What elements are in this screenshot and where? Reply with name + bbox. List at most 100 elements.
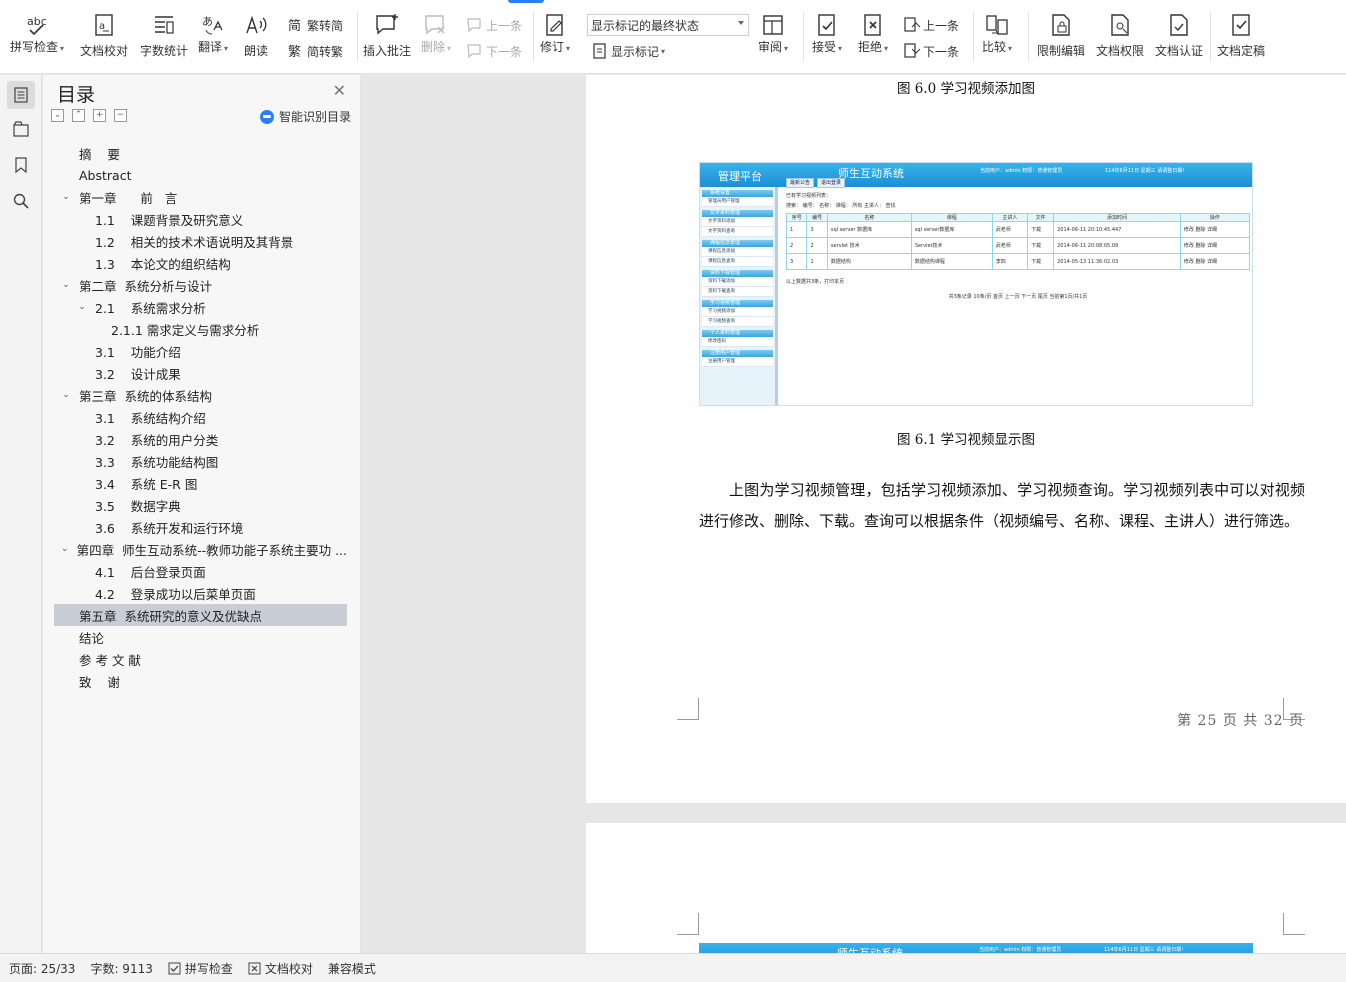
smart-toc-button[interactable]: 智能识别目录 xyxy=(259,108,351,125)
toc-item-label: 摘 要 xyxy=(79,146,120,162)
toc-item[interactable]: 结论 xyxy=(54,626,347,648)
document-page: 管理平台 师生互动系统 当前用户：admin 权限：普通管理员 114年6月11… xyxy=(586,823,1346,953)
toc-title: 目录 xyxy=(57,84,96,106)
simp-to-trad-button[interactable]: 繁 简转繁 xyxy=(287,41,343,61)
toc-item[interactable]: 1.3 本论文的组织结构 xyxy=(54,252,347,274)
figure-table-cell: 3 xyxy=(785,253,808,270)
toc-view-button[interactable] xyxy=(7,81,35,109)
status-spellcheck[interactable]: 拼写检查 xyxy=(168,960,233,977)
figure-table-cell: 1 xyxy=(806,253,828,270)
close-icon[interactable]: ✕ xyxy=(333,81,346,100)
figure-table-cell: 1 xyxy=(785,221,808,238)
toc-item[interactable]: ⌄ 第四章 师生互动系统--教师功能子系统主要功 ... xyxy=(54,538,347,560)
toc-item[interactable]: 3.3 系统功能结构图 xyxy=(54,450,347,472)
figure-menu-group: 注册用户管理 注册用户管理 xyxy=(702,350,773,367)
figure-table-cell: 修改 删除 详细 xyxy=(1179,221,1251,238)
reject-button[interactable]: 拒绝 ▾ xyxy=(858,12,888,55)
search-button[interactable] xyxy=(7,187,35,215)
ai-icon xyxy=(259,109,274,124)
trad-to-simp-button[interactable]: 简 繁转简 xyxy=(287,15,343,35)
figure-menu-item: 课程信息查询 xyxy=(702,257,773,267)
chevron-down-icon[interactable]: ⌄ xyxy=(76,302,88,312)
document-canvas[interactable]: 图 6.0 学习视频添加图 管理平台 师生互动系统 当前用户：admin 权限：… xyxy=(362,75,1346,953)
accept-button[interactable]: 接受 ▾ xyxy=(812,12,842,55)
page-indicator[interactable]: 页面: 25/33 xyxy=(9,960,75,977)
show-markup-button[interactable]: 显示标记 ▾ xyxy=(591,41,665,61)
separator xyxy=(533,12,534,62)
review-pane-icon xyxy=(763,15,783,35)
collapse-up-icon[interactable]: ⌃ xyxy=(72,109,85,122)
prev-change-button[interactable]: 上一条 xyxy=(903,15,959,35)
toc-item[interactable]: Abstract xyxy=(54,164,347,186)
word-count[interactable]: 字数: 9113 xyxy=(90,960,152,977)
next-change-button[interactable]: 下一条 xyxy=(903,41,959,61)
wordcount-icon xyxy=(155,16,174,34)
document-page: 图 6.0 学习视频添加图 管理平台 师生互动系统 当前用户：admin 权限：… xyxy=(586,75,1346,803)
toc-item[interactable]: 4.1 后台登录页面 xyxy=(54,560,347,582)
insert-comment-button[interactable]: 插入批注 xyxy=(363,12,411,59)
toc-item[interactable]: 3.1 系统结构介绍 xyxy=(54,406,347,428)
prev-comment-button[interactable]: 上一条 xyxy=(466,15,522,35)
toc-item[interactable]: 3.2 设计成果 xyxy=(54,362,347,384)
toc-item-label: 2.1 系统需求分析 xyxy=(95,300,206,316)
toc-item[interactable]: 2.1.1 需求定义与需求分析 xyxy=(54,318,347,340)
delete-comment-button[interactable]: 删除 ▾ xyxy=(421,12,451,55)
next-comment-button[interactable]: 下一条 xyxy=(466,41,522,61)
translate-button[interactable]: あ 翻译 ▾ xyxy=(198,12,228,55)
toc-item[interactable]: 3.1 功能介绍 xyxy=(54,340,347,362)
toc-item[interactable]: ⌄ 第三章 系统的体系结构 xyxy=(54,384,347,406)
toc-item[interactable]: 第五章 系统研究的意义及优缺点 xyxy=(54,604,347,626)
chevron-down-icon[interactable]: ⌄ xyxy=(60,280,72,290)
figure-screenshot-header: 管理平台 师生互动系统 当前用户：admin 权限：普通管理员 114年6月11… xyxy=(699,943,1253,953)
figure-table-cell: 下载 xyxy=(1027,237,1055,254)
toc-item[interactable]: 3.5 数据字典 xyxy=(54,494,347,516)
doc-permissions-button[interactable]: 文档权限 xyxy=(1096,12,1144,59)
toc-item[interactable]: 3.6 系统开发和运行环境 xyxy=(54,516,347,538)
active-tab-indicator xyxy=(508,0,544,3)
toc-item[interactable]: 致 谢 xyxy=(54,670,347,692)
compare-icon xyxy=(986,15,1008,35)
chevron-down-icon[interactable]: ⌄ xyxy=(60,192,72,202)
toc-item[interactable]: 参 考 文 献 xyxy=(54,648,347,670)
proofread-button[interactable]: a 文档校对 xyxy=(80,12,128,59)
expand-all-icon[interactable]: + xyxy=(93,109,106,122)
figure-menu-item: 管理员用户管理 xyxy=(702,197,773,207)
figure-table-header: 编号 xyxy=(806,213,828,222)
spellcheck-button[interactable]: abc 拼写检查 ▾ xyxy=(10,12,64,55)
toc-icon xyxy=(14,87,28,103)
wordcount-button[interactable]: 字数统计 xyxy=(140,12,188,59)
markup-state-select[interactable]: 显示标记的最终状态 xyxy=(587,14,749,36)
toc-item[interactable]: ⌄ 第一章 前 言 xyxy=(54,186,347,208)
figure-table-header: 序号 xyxy=(785,213,808,222)
status-proofread[interactable]: 文档校对 xyxy=(248,960,313,977)
bookmark-view-button[interactable] xyxy=(7,151,35,179)
restrict-editing-button[interactable]: 限制编辑 xyxy=(1037,12,1085,59)
doc-finalize-button[interactable]: 文档定稿 xyxy=(1217,12,1265,59)
figure-table-cell: 2014-06-11 20:08:05.09 xyxy=(1053,237,1181,254)
collapse-down-icon[interactable]: ⌄ xyxy=(51,109,64,122)
toc-item[interactable]: ⌄ 第二章 系统分析与设计 xyxy=(54,274,347,296)
compare-button[interactable]: 比较 ▾ xyxy=(982,12,1012,55)
toc-item[interactable]: 1.2 相关的技术术语说明及其背景 xyxy=(54,230,347,252)
toc-item[interactable]: 3.2 系统的用户分类 xyxy=(54,428,347,450)
figure-menu-item: 文字资料添加 xyxy=(702,217,773,227)
toc-item[interactable]: ⌄ 2.1 系统需求分析 xyxy=(54,296,347,318)
chapter-view-button[interactable] xyxy=(7,115,35,143)
doc-certify-button[interactable]: 文档认证 xyxy=(1155,12,1203,59)
review-button[interactable]: 审阅 ▾ xyxy=(758,12,788,55)
toc-item[interactable]: 1.1 课题背景及研究意义 xyxy=(54,208,347,230)
toc-item[interactable]: 摘 要 xyxy=(54,142,347,164)
toc-item[interactable]: 3.4 系统 E-R 图 xyxy=(54,472,347,494)
certify-icon xyxy=(1170,14,1188,36)
collapse-all-icon[interactable]: − xyxy=(114,109,127,122)
chevron-down-icon[interactable]: ⌄ xyxy=(60,390,72,400)
figure-menu-item: 资料下载查询 xyxy=(702,287,773,297)
page-footer: 第 25 页 共 32 页 xyxy=(1177,713,1304,729)
toc-item[interactable]: 4.2 登录成功以后菜单页面 xyxy=(54,582,347,604)
track-changes-button[interactable]: 修订 ▾ xyxy=(540,12,570,55)
read-aloud-button[interactable]: 朗读 xyxy=(243,12,269,59)
track-changes-icon xyxy=(546,14,563,36)
chevron-down-icon[interactable]: ⌄ xyxy=(60,544,70,554)
translate-icon: あ xyxy=(202,15,223,35)
figure-table-header: 课程 xyxy=(910,213,993,222)
